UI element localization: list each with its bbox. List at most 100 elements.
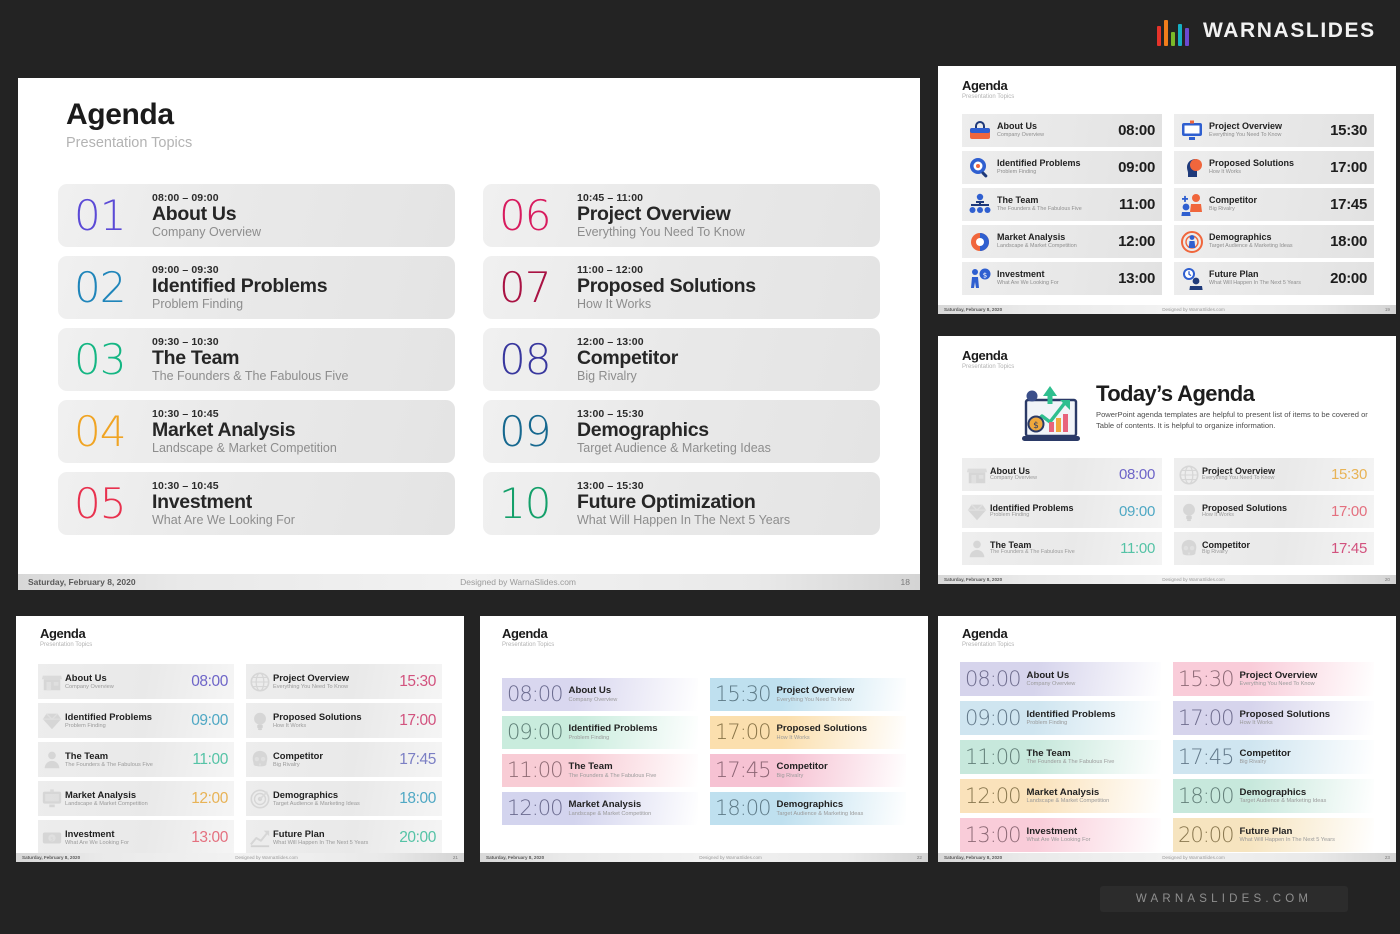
agenda-item-time: 09:00 [1118, 159, 1155, 176]
agenda-item-number: 02 [74, 262, 126, 312]
agenda-item-name: Proposed Solutions [776, 723, 868, 735]
agenda-item-row[interactable]: Project Overview Everything You Need To K… [246, 664, 442, 699]
agenda-item-row[interactable]: Proposed Solutions How It Works 17:00 [1174, 495, 1374, 528]
agenda-item-row[interactable]: 11:00 The Team The Founders & The Fabulous… [502, 754, 698, 787]
svg-text:$: $ [50, 836, 54, 842]
agenda-item-row[interactable]: Proposed Solutions How It Works 17:00 [246, 703, 442, 738]
agenda-item-time: 11:00 [507, 758, 564, 782]
agenda-item-desc: Everything You Need To Know [1202, 475, 1275, 482]
target-person-icon [1180, 230, 1204, 254]
slide-thumb-todays-agenda[interactable]: Agenda Presentation Topics $ Today’s Age… [938, 336, 1396, 584]
slide-thumb-icon-color-time[interactable]: Agenda Presentation Topics About Us Compa… [16, 616, 464, 862]
agenda-item-row[interactable]: 03 09:30 – 10:30 The Team The Founders & Th… [58, 328, 455, 391]
agenda-column-right: 15:30 Project Overview Everything You Need… [710, 678, 906, 825]
slide-footer: Saturday, February 8, 2020 Designed by W… [18, 574, 920, 590]
agenda-item-number: 01 [74, 190, 126, 240]
agenda-item-desc: What Are We Looking For [997, 280, 1059, 287]
agenda-item-row[interactable]: Future Plan What Will Happen In The Next … [246, 820, 442, 855]
slide-thumb-time-blocks-4[interactable]: Agenda Presentation Topics 08:00 About Us… [480, 616, 928, 862]
agenda-item-time: 17:00 [1330, 159, 1367, 176]
agenda-item-row[interactable]: The Team The Founders & The Fabulous Five… [38, 742, 234, 777]
agenda-columns: About Us Company Overview 08:00 Identified … [962, 114, 1374, 295]
agenda-item-row[interactable]: The Team The Founders & The Fabulous Five… [962, 532, 1162, 565]
slide-title-block: Agenda Presentation Topics [66, 98, 192, 151]
agenda-item-row[interactable]: 08:00 About Us Company Overview [502, 678, 698, 711]
agenda-item-time: 11:00 [965, 744, 1022, 769]
agenda-item-row[interactable]: 17:45 Competitor Big Rivalry [710, 754, 906, 787]
slide-main-numbered-agenda[interactable]: Agenda Presentation Topics 01 08:00 – 09:… [18, 78, 920, 590]
clock-people-icon [1180, 267, 1204, 291]
agenda-item-row[interactable]: Market Analysis Landscape & Market Compet… [962, 225, 1162, 258]
agenda-item-row[interactable]: Competitor Big Rivalry 17:45 [246, 742, 442, 777]
agenda-item-desc: Big Rivalry [577, 368, 637, 383]
agenda-item-row[interactable]: 09 13:00 – 15:30 Demographics Target Audien… [483, 400, 880, 463]
agenda-item-row[interactable]: 18:00 Demographics Target Audience & Marke… [710, 792, 906, 825]
agenda-item-row[interactable]: 09:00 Identified Problems Problem Finding [502, 716, 698, 749]
agenda-item-row[interactable]: 15:30 Project Overview Everything You Need… [1173, 662, 1374, 696]
agenda-item-row[interactable]: 17:45 Competitor Big Rivalry [1173, 740, 1374, 774]
agenda-item-time: 15:30 [715, 682, 772, 706]
agenda-item-row[interactable]: $ Investment What Are We Looking For 13:00 [962, 262, 1162, 295]
agenda-item-name: Project Overview [577, 202, 731, 225]
agenda-item-row[interactable]: 17:00 Proposed Solutions How It Works [710, 716, 906, 749]
agenda-item-time: 10:45 – 11:00 [577, 191, 644, 204]
agenda-item-row[interactable]: Project Overview Everything You Need To K… [1174, 114, 1374, 147]
agenda-item-desc: Company Overview [152, 224, 262, 239]
agenda-item-row[interactable]: 15:30 Project Overview Everything You Need… [710, 678, 906, 711]
agenda-item-name: About Us [997, 121, 1037, 132]
agenda-item-time: 12:00 [965, 783, 1022, 808]
agenda-item-row[interactable]: 12:00 Market Analysis Landscape & Market C… [502, 792, 698, 825]
agenda-item-row[interactable]: Demographics Target Audience & Marketing … [246, 781, 442, 816]
agenda-item-time: 17:00 [399, 711, 436, 729]
agenda-item-name: Market Analysis [997, 232, 1066, 243]
agenda-item-row[interactable]: Identified Problems Problem Finding 09:00 [38, 703, 234, 738]
slide-thumb-icon-time[interactable]: Agenda Presentation Topics About Us Compa… [938, 66, 1396, 314]
page-title: Agenda [962, 78, 1008, 93]
agenda-item-desc: Company Overview [997, 132, 1045, 139]
agenda-item-row[interactable]: 13:00 Investment What Are We Looking For [960, 818, 1161, 852]
store-icon [966, 464, 988, 486]
agenda-item-row[interactable]: 12:00 Market Analysis Landscape & Market C… [960, 779, 1161, 813]
agenda-item-row[interactable]: 06 10:45 – 11:00 Project Overview Everythin… [483, 184, 880, 247]
slide-thumb-time-blocks-5[interactable]: Agenda Presentation Topics 08:00 About Us… [938, 616, 1396, 862]
agenda-item-row[interactable]: Identified Problems Problem Finding 09:00 [962, 495, 1162, 528]
agenda-item-name: Investment [65, 828, 115, 840]
agenda-item-name: About Us [152, 202, 237, 225]
agenda-item-row[interactable]: 08 12:00 – 13:00 Competitor Big Rivalry [483, 328, 880, 391]
agenda-item-name: Competitor [1239, 747, 1291, 759]
agenda-item-time: 18:00 [1178, 783, 1235, 808]
agenda-item-row[interactable]: Proposed Solutions How It Works 17:00 [1174, 151, 1374, 184]
agenda-item-row[interactable]: Competitor Big Rivalry 17:45 [1174, 188, 1374, 221]
agenda-item-row[interactable]: Competitor Big Rivalry 17:45 [1174, 532, 1374, 565]
agenda-item-row[interactable]: Demographics Target Audience & Marketing … [1174, 225, 1374, 258]
agenda-item-time: 08:00 [1118, 466, 1155, 483]
agenda-item-row[interactable]: Identified Problems Problem Finding 09:00 [962, 151, 1162, 184]
agenda-item-row[interactable]: 08:00 About Us Company Overview [960, 662, 1161, 696]
agenda-item-row[interactable]: $ Investment What Are We Looking For 13:00 [38, 820, 234, 855]
agenda-item-row[interactable]: 11:00 The Team The Founders & The Fabulous… [960, 740, 1161, 774]
agenda-item-row[interactable]: 01 08:00 – 09:00 About Us Company Overview [58, 184, 455, 247]
agenda-item-desc: Company Overview [1026, 681, 1076, 688]
agenda-item-desc: How It Works [1239, 720, 1273, 727]
agenda-item-desc: What Will Happen In The Next 5 Years [273, 839, 369, 846]
agenda-item-row[interactable]: The Team The Founders & The Fabulous Five… [962, 188, 1162, 221]
agenda-item-row[interactable]: 05 10:30 – 10:45 Investment What Are We Loo… [58, 472, 455, 535]
agenda-item-row[interactable]: About Us Company Overview 08:00 [38, 664, 234, 699]
agenda-item-row[interactable]: Market Analysis Landscape & Market Compet… [38, 781, 234, 816]
agenda-item-row[interactable]: 04 10:30 – 10:45 Market Analysis Landscape … [58, 400, 455, 463]
agenda-item-time: 18:00 [715, 796, 772, 820]
agenda-item-row[interactable]: About Us Company Overview 08:00 [962, 458, 1162, 491]
agenda-column-left: About Us Company Overview 08:00 Identified … [962, 458, 1162, 565]
agenda-column-right: 06 10:45 – 11:00 Project Overview Everythin… [483, 184, 880, 535]
agenda-item-row[interactable]: 18:00 Demographics Target Audience & Marke… [1173, 779, 1374, 813]
agenda-item-row[interactable]: 10 13:00 – 15:30 Future Optimization What W… [483, 472, 880, 535]
agenda-item-row[interactable]: About Us Company Overview 08:00 [962, 114, 1162, 147]
agenda-item-row[interactable]: 17:00 Proposed Solutions How It Works [1173, 701, 1374, 735]
agenda-item-row[interactable]: Future Plan What Will Happen In The Next … [1174, 262, 1374, 295]
agenda-item-row[interactable]: Project Overview Everything You Need To K… [1174, 458, 1374, 491]
agenda-item-row[interactable]: 20:00 Future Plan What Will Happen In The … [1173, 818, 1374, 852]
agenda-item-row[interactable]: 09:00 Identified Problems Problem Finding [960, 701, 1161, 735]
agenda-item-row[interactable]: 02 09:00 – 09:30 Identified Problems Proble… [58, 256, 455, 319]
agenda-item-row[interactable]: 07 11:00 – 12:00 Proposed Solutions How It … [483, 256, 880, 319]
slide-title-block: Agenda Presentation Topics [962, 78, 1014, 100]
